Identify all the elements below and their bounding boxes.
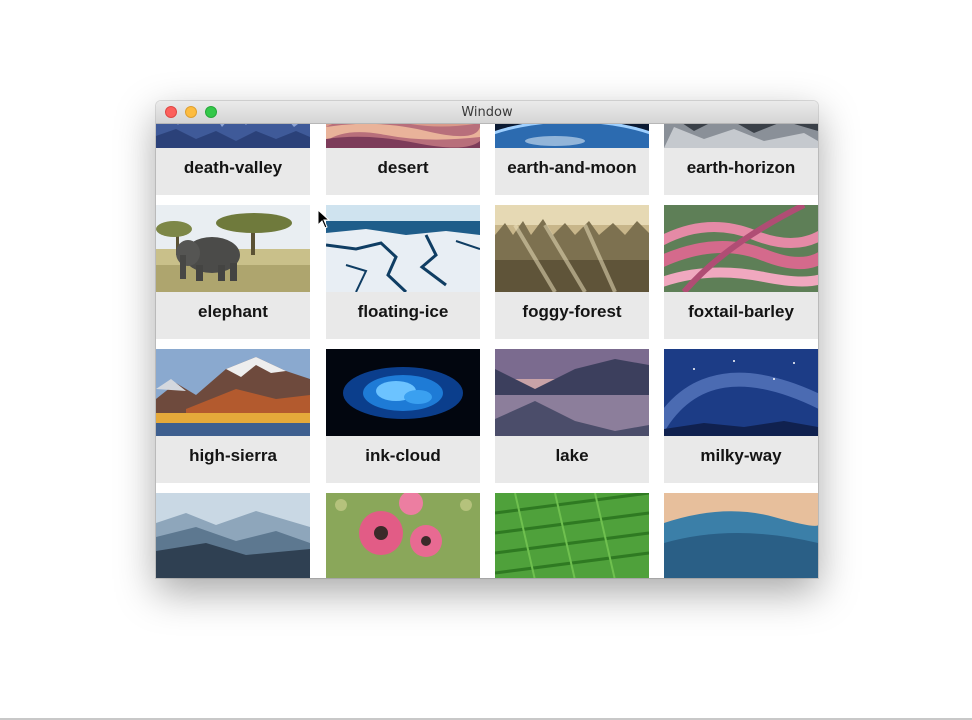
floating-ice-thumbnail <box>326 205 480 292</box>
wallpaper-item-foggy-forest[interactable]: foggy-forest <box>495 205 649 339</box>
wallpaper-grid-viewport[interactable]: death-valley desert earth-and-moon earth… <box>156 124 818 578</box>
wallpaper-label: milky-way <box>700 446 782 465</box>
poppy-flowers-thumbnail <box>326 493 480 578</box>
wallpaper-item-death-valley[interactable]: death-valley <box>156 124 310 195</box>
window-title: Window <box>461 105 513 120</box>
wallpaper-item-poppy-flowers[interactable] <box>326 493 480 578</box>
desert-thumbnail <box>326 124 480 148</box>
wallpaper-item-floating-ice[interactable]: floating-ice <box>326 205 480 339</box>
app-window: Window death-valley desert earth-and-moo… <box>156 101 818 578</box>
title-bar[interactable]: Window <box>156 101 818 124</box>
grid-row: death-valley desert earth-and-moon earth… <box>156 124 818 205</box>
grid-row: high-sierra ink-cloud lake milky-way <box>156 349 818 493</box>
wallpaper-label: floating-ice <box>357 302 449 321</box>
lake-thumbnail <box>495 349 649 436</box>
desktop: Window death-valley desert earth-and-moo… <box>0 0 972 720</box>
wallpaper-label: desert <box>377 158 429 177</box>
ink-cloud-thumbnail <box>326 349 480 436</box>
grid-row <box>156 493 818 578</box>
foggy-forest-thumbnail <box>495 205 649 292</box>
misty-mountains-thumbnail <box>156 493 310 578</box>
wallpaper-item-green-fields[interactable] <box>495 493 649 578</box>
mouse-pointer-icon <box>317 209 331 229</box>
wallpaper-item-lake[interactable]: lake <box>495 349 649 483</box>
wallpaper-label: elephant <box>198 302 268 321</box>
wallpaper-label: foxtail-barley <box>688 302 794 321</box>
elephant-thumbnail <box>156 205 310 292</box>
wallpaper-item-desert[interactable]: desert <box>326 124 480 195</box>
wave-thumbnail <box>664 493 818 578</box>
earth-and-moon-thumbnail <box>495 124 649 148</box>
wallpaper-label: lake <box>555 446 589 465</box>
earth-horizon-thumbnail <box>664 124 818 148</box>
wallpaper-item-milky-way[interactable]: milky-way <box>664 349 818 483</box>
wallpaper-item-high-sierra[interactable]: high-sierra <box>156 349 310 483</box>
wallpaper-label: high-sierra <box>189 446 277 465</box>
milky-way-thumbnail <box>664 349 818 436</box>
high-sierra-thumbnail <box>156 349 310 436</box>
foxtail-barley-thumbnail <box>664 205 818 292</box>
wallpaper-label: earth-and-moon <box>507 158 637 177</box>
wallpaper-item-elephant[interactable]: elephant <box>156 205 310 339</box>
wallpaper-grid: death-valley desert earth-and-moon earth… <box>156 124 818 578</box>
wallpaper-label: earth-horizon <box>686 158 796 177</box>
wallpaper-item-ink-cloud[interactable]: ink-cloud <box>326 349 480 483</box>
wallpaper-label: death-valley <box>183 158 283 177</box>
wallpaper-label: foggy-forest <box>522 302 622 321</box>
death-valley-thumbnail <box>156 124 310 148</box>
wallpaper-item-misty-mountains[interactable] <box>156 493 310 578</box>
wallpaper-item-wave[interactable] <box>664 493 818 578</box>
grid-row: elephant floating-ice foggy-forest foxta… <box>156 205 818 349</box>
wallpaper-item-foxtail-barley[interactable]: foxtail-barley <box>664 205 818 339</box>
wallpaper-label: ink-cloud <box>365 446 441 465</box>
wallpaper-item-earth-and-moon[interactable]: earth-and-moon <box>495 124 649 195</box>
green-fields-thumbnail <box>495 493 649 578</box>
wallpaper-item-earth-horizon[interactable]: earth-horizon <box>664 124 818 195</box>
